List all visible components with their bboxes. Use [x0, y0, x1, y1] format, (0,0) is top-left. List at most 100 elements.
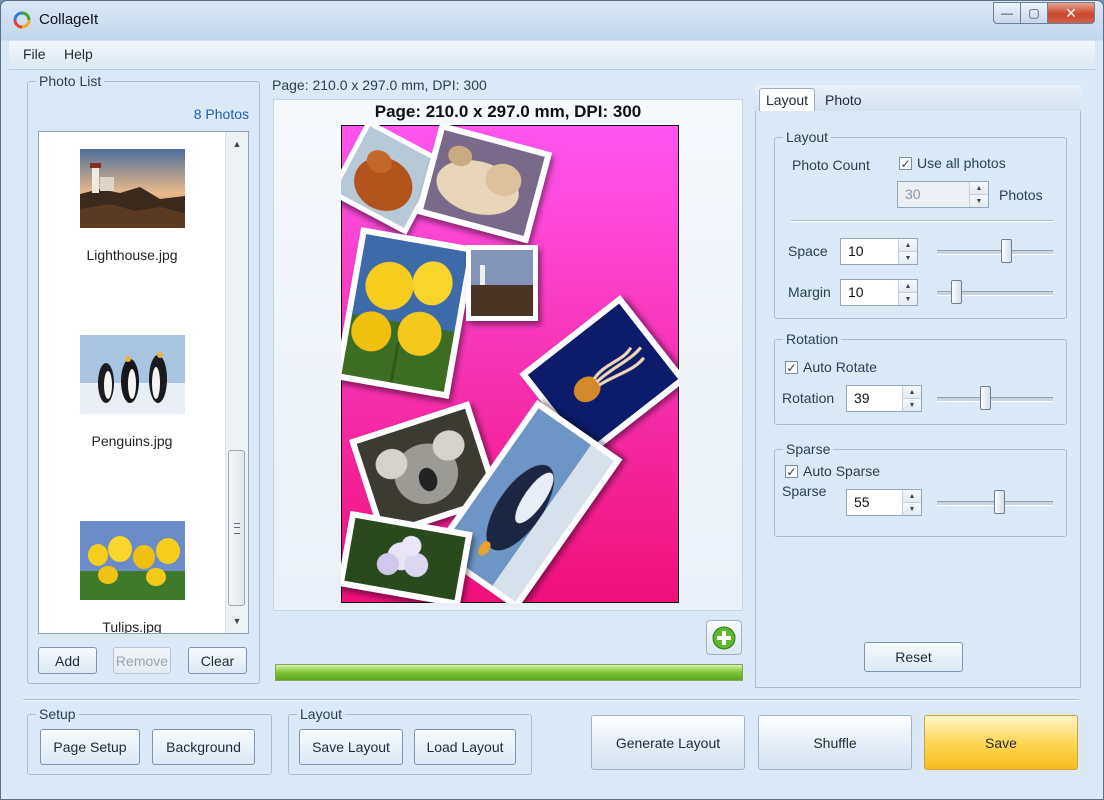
sparse-stepper[interactable]: 55 ▲ ▼ — [846, 489, 922, 516]
remove-photo-button[interactable]: Remove — [113, 647, 171, 674]
photo-listbox[interactable]: Lighthouse.jpg Penguins.jpg Tulips.jpg ▲… — [38, 131, 249, 634]
tulips-thumbnail — [79, 521, 185, 600]
tab-photo[interactable]: Photo — [819, 88, 868, 111]
margin-value: 10 — [848, 284, 864, 300]
photo-list-scrollbar[interactable]: ▲ ▼ — [225, 132, 248, 633]
generate-progress-bar — [275, 664, 743, 681]
setup-group-title: Setup — [36, 706, 79, 722]
layout-tab-panel: Layout Photo Count ✓ Use all photos 30 ▲… — [755, 111, 1081, 688]
stepper-down-icon[interactable]: ▼ — [899, 292, 917, 305]
list-item[interactable]: Penguins.jpg — [39, 335, 225, 449]
window-controls: — ▢ ✕ — [993, 2, 1095, 24]
menu-help[interactable]: Help — [64, 46, 93, 62]
sparse-group: Sparse ✓ Auto Sparse Sparse 55 ▲ ▼ — [774, 441, 1067, 537]
collage-page[interactable] — [341, 125, 679, 603]
background-button[interactable]: Background — [152, 729, 255, 765]
photo-list-title: Photo List — [36, 73, 105, 89]
space-slider-thumb[interactable] — [1001, 239, 1012, 263]
auto-rotate-checkbox[interactable]: ✓ — [785, 361, 798, 374]
space-stepper[interactable]: 10 ▲ ▼ — [840, 238, 918, 265]
rotation-stepper[interactable]: 39 ▲ ▼ — [846, 385, 922, 412]
add-to-collage-button[interactable] — [706, 620, 742, 655]
stepper-down-icon[interactable]: ▼ — [903, 398, 921, 411]
photo-count-stepper[interactable]: 30 ▲ ▼ — [897, 181, 989, 208]
space-label: Space — [788, 243, 828, 259]
photo-count-label: 8 Photos — [193, 106, 249, 122]
window-title: CollageIt — [39, 11, 99, 28]
clear-photos-button[interactable]: Clear — [188, 647, 247, 674]
scroll-up-icon[interactable]: ▲ — [226, 134, 248, 154]
photo-filename: Tulips.jpg — [102, 619, 162, 634]
rotation-group-title: Rotation — [783, 331, 842, 347]
checkmark-icon: ✓ — [786, 360, 797, 375]
photo-filename: Penguins.jpg — [91, 433, 173, 449]
stepper-down-icon[interactable]: ▼ — [899, 251, 917, 264]
rotation-label: Rotation — [782, 390, 835, 406]
page-info-label: Page: 210.0 x 297.0 mm, DPI: 300 — [272, 77, 487, 93]
minimize-icon: — — [1001, 6, 1013, 20]
minimize-button[interactable]: — — [993, 2, 1021, 24]
settings-tabs: Layout Photo — [755, 85, 1081, 111]
list-item[interactable]: Lighthouse.jpg — [39, 149, 225, 263]
collageit-logo-icon — [13, 11, 31, 29]
sparse-slider-thumb[interactable] — [994, 490, 1005, 514]
stepper-up-icon[interactable]: ▲ — [899, 239, 917, 251]
stepper-up-icon[interactable]: ▲ — [970, 182, 988, 194]
checkmark-icon: ✓ — [786, 464, 797, 479]
scroll-down-icon[interactable]: ▼ — [226, 611, 248, 631]
tab-layout[interactable]: Layout — [759, 88, 816, 111]
photos-unit-label: Photos — [999, 187, 1043, 203]
stepper-down-icon[interactable]: ▼ — [903, 502, 921, 515]
close-button[interactable]: ✕ — [1048, 2, 1095, 24]
generate-layout-button[interactable]: Generate Layout — [591, 715, 745, 770]
auto-sparse-label: Auto Sparse — [803, 463, 881, 479]
add-photo-button[interactable]: Add — [38, 647, 97, 674]
plus-circle-icon — [712, 626, 736, 649]
rotation-value: 39 — [854, 390, 870, 406]
use-all-photos-checkbox[interactable]: ✓ — [899, 157, 912, 170]
sparse-label: Sparse — [782, 483, 827, 499]
app-window: CollageIt — ▢ ✕ File Help Photo List 8 P… — [0, 0, 1104, 800]
photo-count-label: Photo Count — [792, 157, 870, 173]
save-layout-button[interactable]: Save Layout — [299, 729, 403, 765]
stepper-down-icon[interactable]: ▼ — [970, 194, 988, 207]
space-slider-track[interactable] — [937, 250, 1053, 255]
close-icon: ✕ — [1065, 4, 1077, 21]
shuffle-button[interactable]: Shuffle — [758, 715, 912, 770]
lighthouse-thumbnail — [79, 149, 185, 228]
save-button[interactable]: Save — [924, 715, 1078, 770]
rotation-group: Rotation ✓ Auto Rotate Rotation 39 ▲ ▼ — [774, 331, 1067, 425]
layout-settings-group: Layout Photo Count ✓ Use all photos 30 ▲… — [774, 129, 1067, 319]
title-bar: CollageIt — ▢ ✕ — [1, 1, 1103, 39]
layout-file-group-title: Layout — [297, 706, 346, 722]
reset-button[interactable]: Reset — [864, 642, 963, 672]
auto-sparse-checkbox[interactable]: ✓ — [785, 465, 798, 478]
collage-preview: Page: 210.0 x 297.0 mm, DPI: 300 — [273, 99, 743, 611]
layout-group-title: Layout — [783, 129, 832, 145]
menu-bar: File Help — [9, 41, 1095, 70]
photo-filename: Lighthouse.jpg — [86, 247, 178, 263]
margin-label: Margin — [788, 284, 831, 300]
stepper-up-icon[interactable]: ▲ — [903, 386, 921, 398]
sparse-group-title: Sparse — [783, 441, 834, 457]
menu-file[interactable]: File — [23, 46, 46, 62]
stepper-up-icon[interactable]: ▲ — [903, 490, 921, 502]
page-setup-button[interactable]: Page Setup — [40, 729, 140, 765]
maximize-icon: ▢ — [1028, 6, 1040, 20]
rotation-slider-thumb[interactable] — [980, 386, 991, 410]
margin-stepper[interactable]: 10 ▲ ▼ — [840, 279, 918, 306]
photo-count-value: 30 — [905, 186, 921, 202]
margin-slider-thumb[interactable] — [951, 280, 962, 304]
rotation-slider-track[interactable] — [937, 397, 1053, 402]
scroll-thumb[interactable] — [228, 450, 245, 606]
preview-page-title: Page: 210.0 x 297.0 mm, DPI: 300 — [374, 102, 642, 121]
maximize-button[interactable]: ▢ — [1021, 2, 1048, 24]
bottom-separator — [23, 699, 1079, 701]
load-layout-button[interactable]: Load Layout — [414, 729, 516, 765]
stepper-up-icon[interactable]: ▲ — [899, 280, 917, 292]
penguins-thumbnail — [79, 335, 185, 414]
checkmark-icon: ✓ — [900, 156, 911, 171]
use-all-photos-label: Use all photos — [917, 155, 1006, 171]
list-item[interactable]: Tulips.jpg — [39, 521, 225, 634]
collage-photo-lighthouse[interactable] — [466, 245, 538, 321]
